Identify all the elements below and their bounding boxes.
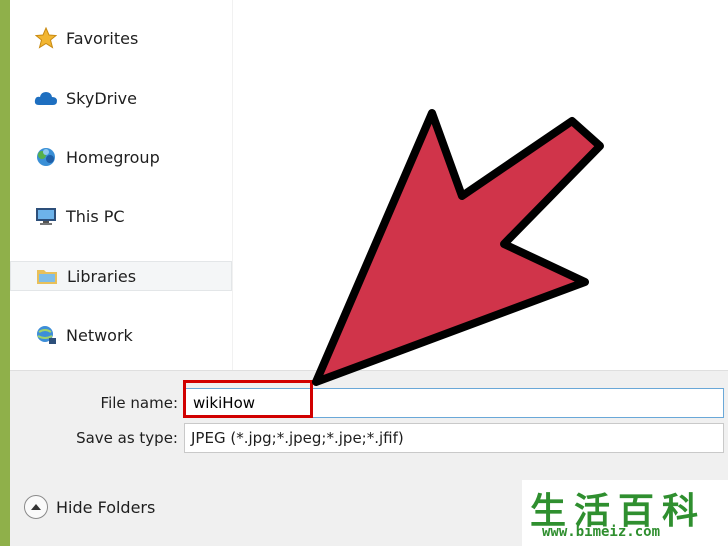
- save-as-dialog: Favorites SkyDrive Homegroup This PC Lib…: [10, 0, 728, 546]
- navigation-pane: Favorites SkyDrive Homegroup This PC Lib…: [10, 0, 233, 370]
- nav-item-favorites[interactable]: Favorites: [10, 24, 232, 52]
- libraries-icon: [35, 264, 59, 288]
- file-list-area[interactable]: [233, 0, 728, 370]
- nav-item-label: Libraries: [67, 266, 137, 286]
- watermark: 生 活 百 科 www.bimeiz.com: [522, 480, 728, 546]
- nav-item-skydrive[interactable]: SkyDrive: [10, 84, 232, 112]
- file-name-input[interactable]: [184, 388, 724, 418]
- save-as-type-label: Save as type:: [76, 429, 178, 447]
- nav-item-label: Network: [66, 325, 133, 345]
- file-name-label: File name:: [100, 394, 178, 412]
- nav-item-label: Homegroup: [66, 147, 160, 167]
- save-as-type-select[interactable]: JPEG (*.jpg;*.jpeg;*.jpe;*.jfif): [184, 423, 724, 453]
- nav-item-label: SkyDrive: [66, 88, 137, 108]
- nav-item-network[interactable]: Network: [10, 321, 232, 349]
- cloud-icon: [34, 86, 58, 110]
- nav-item-homegroup[interactable]: Homegroup: [10, 143, 232, 171]
- star-icon: [34, 26, 58, 50]
- chevron-up-icon: [24, 495, 48, 519]
- watermark-char: 科: [662, 491, 701, 532]
- nav-item-this-pc[interactable]: This PC: [10, 202, 232, 230]
- hide-folders-button[interactable]: Hide Folders: [24, 495, 155, 519]
- nav-item-label: This PC: [66, 206, 125, 226]
- save-as-type-value: JPEG (*.jpg;*.jpeg;*.jpe;*.jfif): [191, 429, 404, 447]
- computer-icon: [34, 204, 58, 228]
- homegroup-icon: [34, 145, 58, 169]
- nav-item-label: Favorites: [66, 28, 139, 48]
- hide-folders-label: Hide Folders: [56, 497, 156, 517]
- nav-item-libraries[interactable]: Libraries: [10, 261, 232, 291]
- network-icon: [34, 323, 58, 347]
- watermark-url: www.bimeiz.com: [542, 524, 661, 540]
